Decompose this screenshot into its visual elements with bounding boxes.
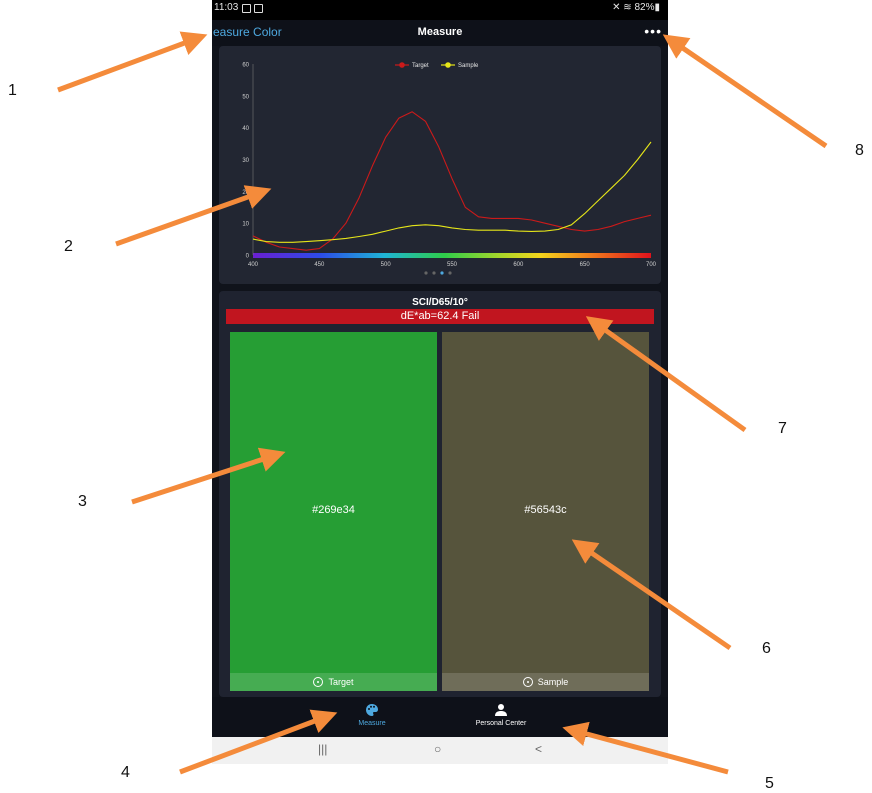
- gallery-notification-icon: [242, 4, 251, 13]
- x-tick-label: 550: [447, 262, 458, 268]
- recent-apps-icon[interactable]: |||: [318, 742, 327, 756]
- system-navigation-bar: ||| ○ <: [212, 737, 668, 764]
- sample-label: Sample: [537, 677, 569, 687]
- battery-icon: ▮: [654, 2, 660, 13]
- delta-e-result: dE*ab=62.4 Fail: [226, 309, 654, 324]
- color-compare-card: SCI/D65/10° dE*ab=62.4 Fail #269e34 Targ…: [219, 291, 661, 697]
- target-hex: #269e34: [312, 504, 355, 516]
- x-tick-label: 450: [314, 262, 325, 268]
- callout-number: 5: [765, 775, 774, 792]
- bottom-navigation: Measure Personal Center: [212, 697, 668, 737]
- y-tick-label: 30: [242, 158, 249, 164]
- x-tick-label: 400: [248, 262, 259, 268]
- crosshair-icon: [522, 677, 533, 687]
- status-time: 11:03: [214, 2, 239, 13]
- callout-arrow: [57, 31, 208, 93]
- target-label: Target: [328, 677, 354, 687]
- pager-dot[interactable]: [440, 271, 444, 275]
- app-notification-icon: [254, 4, 263, 13]
- callout-number: 4: [121, 764, 130, 781]
- legend-label: Sample: [458, 63, 479, 69]
- spectrum-bar: [253, 253, 651, 258]
- legend-marker: [399, 62, 405, 68]
- series-line-sample[interactable]: [252, 141, 652, 243]
- nav-measure-label: Measure: [358, 720, 386, 727]
- pager-dot[interactable]: [424, 271, 428, 275]
- sample-measure-button[interactable]: Sample: [442, 673, 649, 691]
- crosshair-icon: [313, 677, 324, 687]
- status-bar: 11:03 ✕ ≋ 82%▮: [212, 0, 668, 20]
- spectral-chart-card[interactable]: 0 10 20 30 40 50 60 400 450 500 550 600 650 700 Target…: [219, 46, 661, 284]
- page-title: Measure: [417, 26, 463, 38]
- status-right: ✕ ≋ 82%▮: [612, 2, 660, 13]
- callout-number: 3: [78, 493, 87, 510]
- x-tick-label: 700: [646, 262, 657, 268]
- series-line-target[interactable]: [252, 111, 652, 251]
- palette-icon: [366, 704, 378, 716]
- callout-number: 2: [64, 238, 73, 255]
- phone-screen: 11:03 ✕ ≋ 82%▮ Measure Color Measure •••…: [212, 0, 668, 764]
- nav-measure[interactable]: Measure: [322, 703, 422, 727]
- pager-dot[interactable]: [432, 271, 436, 275]
- pager-dot[interactable]: [448, 271, 452, 275]
- y-tick-label: 20: [242, 190, 249, 196]
- person-icon: [495, 704, 507, 716]
- callout-number: 6: [762, 640, 771, 657]
- callout-number: 8: [855, 142, 864, 159]
- callout-number: 7: [778, 420, 787, 437]
- sample-hex: #56543c: [524, 504, 567, 516]
- legend-label: Target: [412, 63, 429, 69]
- callout-number: 1: [8, 82, 17, 99]
- sample-swatch[interactable]: #56543c Sample: [442, 332, 649, 691]
- battery-level: 82%: [634, 2, 655, 13]
- y-tick-label: 60: [242, 63, 249, 69]
- callout-arrow: [662, 34, 828, 149]
- x-tick-label: 650: [580, 262, 591, 268]
- more-options-icon[interactable]: •••: [644, 23, 662, 39]
- y-tick-label: 10: [242, 222, 249, 228]
- home-icon[interactable]: ○: [434, 742, 441, 756]
- y-tick-label: 0: [246, 254, 250, 260]
- measure-condition: SCI/D65/10°: [412, 297, 468, 308]
- legend-marker: [445, 62, 451, 68]
- spectral-chart[interactable]: 0 10 20 30 40 50 60 400 450 500 550 600 650 700 Target…: [219, 46, 661, 284]
- signal-icon: ✕ ≋: [612, 2, 635, 13]
- x-tick-label: 500: [381, 262, 392, 268]
- x-tick-label: 600: [513, 262, 524, 268]
- back-icon[interactable]: <: [535, 742, 542, 756]
- target-swatch[interactable]: #269e34 Target: [230, 332, 437, 691]
- y-tick-label: 50: [242, 94, 249, 100]
- app-header: Measure Color Measure •••: [212, 20, 668, 46]
- nav-personal-center[interactable]: Personal Center: [451, 703, 551, 727]
- y-tick-label: 40: [242, 126, 249, 132]
- target-measure-button[interactable]: Target: [230, 673, 437, 691]
- nav-personal-label: Personal Center: [475, 720, 527, 727]
